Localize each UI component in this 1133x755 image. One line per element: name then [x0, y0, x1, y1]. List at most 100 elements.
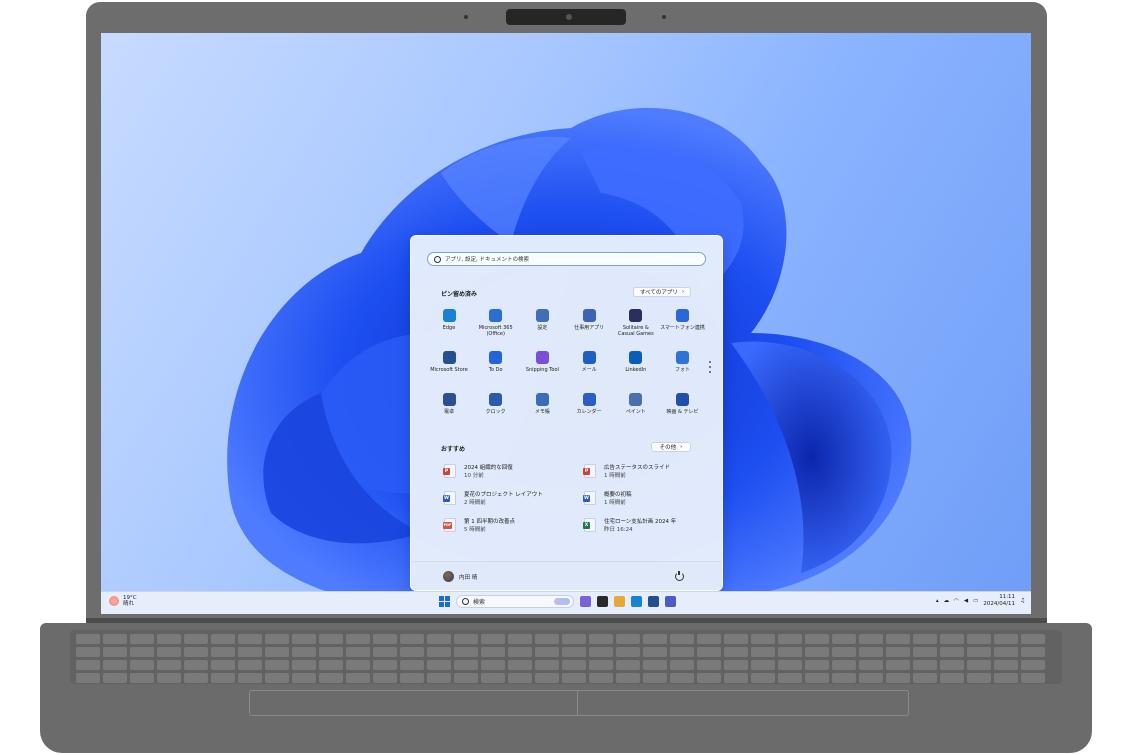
weather-widget[interactable]: 19°C 晴れ [109, 595, 137, 607]
avatar[interactable] [443, 571, 454, 582]
chevron-up-icon[interactable]: ▴ [936, 598, 939, 604]
key[interactable] [184, 660, 208, 670]
key[interactable] [508, 673, 532, 683]
start-button[interactable] [439, 596, 450, 607]
key[interactable] [643, 634, 667, 644]
key[interactable] [994, 660, 1018, 670]
pinned-app-edge[interactable]: Edge [426, 309, 472, 331]
key[interactable] [967, 673, 991, 683]
key[interactable] [886, 647, 910, 657]
key[interactable] [454, 660, 478, 670]
recommended-item[interactable]: PDF 第 1 四半期の改善点 5 時間前 [443, 518, 515, 534]
pinned-app-paint[interactable]: ペイント [613, 393, 659, 415]
key[interactable] [76, 660, 100, 670]
pinned-app-solitaire[interactable]: Solitaire & Casual Games [613, 309, 659, 337]
key[interactable] [940, 660, 964, 670]
key[interactable] [265, 634, 289, 644]
file-explorer-icon[interactable] [614, 596, 625, 607]
more-button[interactable]: その他 › [651, 442, 691, 452]
key[interactable] [103, 673, 127, 683]
key[interactable] [724, 673, 748, 683]
pinned-app-calendar[interactable]: カレンダー [566, 393, 612, 415]
pinned-app-photos[interactable]: フォト [660, 351, 706, 373]
key[interactable] [346, 660, 370, 670]
key[interactable] [535, 660, 559, 670]
taskbar-search-box[interactable]: 検索 [456, 595, 574, 608]
key[interactable] [832, 660, 856, 670]
key[interactable] [508, 660, 532, 670]
key[interactable] [130, 660, 154, 670]
page-indicator[interactable] [709, 361, 711, 376]
task-view-icon[interactable] [597, 596, 608, 607]
key[interactable] [157, 673, 181, 683]
key[interactable] [805, 673, 829, 683]
key[interactable] [778, 673, 802, 683]
recommended-item[interactable]: X 住宅ローン支払計画 2024 年昨日 16:24 [583, 518, 676, 534]
key[interactable] [778, 634, 802, 644]
key[interactable] [697, 634, 721, 644]
user-name[interactable]: 内田 晴 [459, 573, 477, 581]
key[interactable] [319, 634, 343, 644]
key[interactable] [589, 647, 613, 657]
pinned-app-snipping-tool[interactable]: Snipping Tool [519, 351, 565, 373]
key[interactable] [670, 634, 694, 644]
key[interactable] [994, 673, 1018, 683]
key[interactable] [130, 647, 154, 657]
key[interactable] [670, 673, 694, 683]
key[interactable] [751, 673, 775, 683]
key[interactable] [886, 634, 910, 644]
key[interactable] [886, 673, 910, 683]
battery-icon[interactable]: ▭ [973, 598, 978, 604]
key[interactable] [346, 647, 370, 657]
key[interactable] [292, 660, 316, 670]
key[interactable] [616, 634, 640, 644]
key[interactable] [589, 673, 613, 683]
key[interactable] [103, 634, 127, 644]
power-icon[interactable] [675, 570, 684, 581]
edge-icon[interactable] [631, 596, 642, 607]
pinned-app-gear[interactable]: 設定 [519, 309, 565, 331]
key[interactable] [76, 673, 100, 683]
pinned-app-checkmark[interactable]: To Do [473, 351, 519, 373]
key[interactable] [778, 647, 802, 657]
key[interactable] [940, 673, 964, 683]
key[interactable] [427, 634, 451, 644]
pinned-app-mail[interactable]: メール [566, 351, 612, 373]
pinned-app-movies-tv[interactable]: 映画 & テレビ [660, 393, 706, 415]
key[interactable] [400, 673, 424, 683]
touchpad[interactable] [249, 690, 909, 716]
pinned-app-phone-link[interactable]: スマートフォン連携 [660, 309, 706, 331]
recommended-item[interactable]: P 広告ステータスのスライド 1 時間前 [583, 464, 670, 480]
pinned-app-work-apps[interactable]: 仕事用アプリ [566, 309, 612, 331]
key[interactable] [967, 634, 991, 644]
key[interactable] [562, 673, 586, 683]
key[interactable] [76, 647, 100, 657]
key[interactable] [751, 634, 775, 644]
key[interactable] [481, 647, 505, 657]
key[interactable] [859, 634, 883, 644]
key[interactable] [859, 673, 883, 683]
key[interactable] [724, 634, 748, 644]
key[interactable] [157, 634, 181, 644]
recommended-item[interactable]: W 夏花のプロジェクト レイアウト 2 時間前 [443, 491, 543, 507]
key[interactable] [157, 647, 181, 657]
key[interactable] [832, 673, 856, 683]
key[interactable] [562, 647, 586, 657]
key[interactable] [562, 634, 586, 644]
key[interactable] [238, 660, 262, 670]
key[interactable] [1021, 647, 1045, 657]
key[interactable] [427, 647, 451, 657]
recommended-item[interactable]: P 2024 組織的な回復 10 分前 [443, 464, 513, 480]
key[interactable] [724, 647, 748, 657]
key[interactable] [454, 673, 478, 683]
key[interactable] [859, 660, 883, 670]
key[interactable] [265, 673, 289, 683]
key[interactable] [373, 634, 397, 644]
key[interactable] [211, 634, 235, 644]
key[interactable] [1021, 673, 1045, 683]
clock[interactable]: 11:11 2024/04/11 [983, 594, 1015, 607]
key[interactable] [184, 647, 208, 657]
key[interactable] [373, 673, 397, 683]
key[interactable] [535, 673, 559, 683]
key[interactable] [373, 647, 397, 657]
